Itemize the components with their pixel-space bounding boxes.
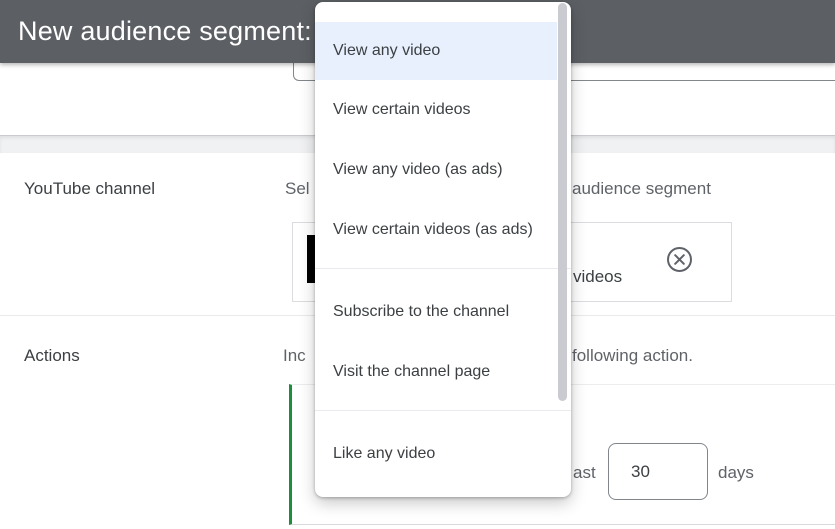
lookback-days-input[interactable] <box>608 443 708 500</box>
circled-x-icon <box>667 247 692 272</box>
lookback-text-fragment: ast <box>573 463 596 482</box>
actions-description-fragment-left: Inc <box>283 346 306 365</box>
chip-videos-text-fragment: videos <box>573 267 623 286</box>
actions-description-fragment-right: following action. <box>572 346 693 365</box>
menu-item-subscribe-to-channel[interactable]: Subscribe to the channel <box>315 282 571 342</box>
channel-description-fragment-left: Sel <box>285 179 310 198</box>
youtube-channel-label: YouTube channel <box>24 179 156 198</box>
menu-scrollbar[interactable] <box>558 3 567 401</box>
menu-item-view-any-video[interactable]: View any video <box>315 22 557 80</box>
chip-remove-button[interactable] <box>666 246 693 273</box>
lookback-days-unit: days <box>718 463 754 482</box>
page-title: New audience segment: <box>18 16 312 46</box>
actions-label: Actions <box>24 346 80 365</box>
menu-item-like-any-video[interactable]: Like any video <box>315 424 571 484</box>
channel-description-fragment-right: audience segment <box>572 179 711 198</box>
interaction-dropdown-menu: View any video View certain videos View … <box>315 2 571 497</box>
menu-divider <box>315 268 571 269</box>
menu-item-visit-channel-page[interactable]: Visit the channel page <box>315 342 571 402</box>
menu-item-view-certain-videos-as-ads[interactable]: View certain videos (as ads) <box>315 200 571 260</box>
menu-item-view-any-video-as-ads[interactable]: View any video (as ads) <box>315 140 571 200</box>
menu-divider <box>315 410 571 411</box>
page: { "header": { "title": "New audience seg… <box>0 0 835 529</box>
menu-item-view-certain-videos[interactable]: View certain videos <box>315 80 571 140</box>
